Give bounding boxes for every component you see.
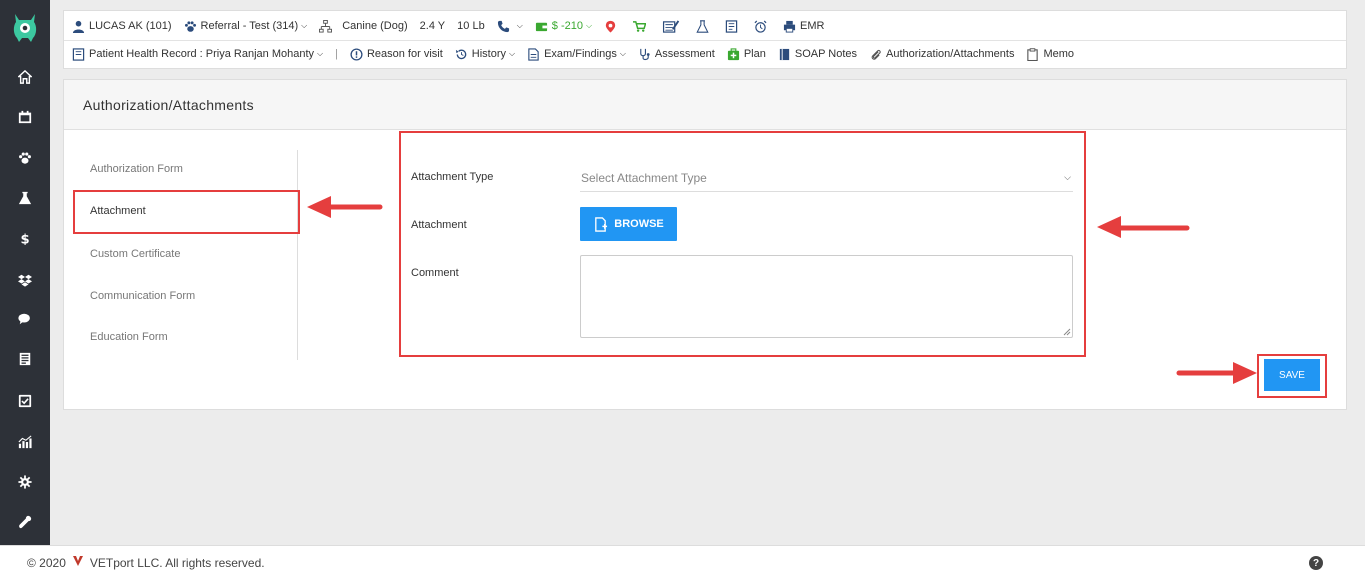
nav-history[interactable]: History ⌵: [455, 48, 515, 61]
comment-textarea[interactable]: [580, 255, 1073, 338]
svg-text:$: $: [20, 232, 29, 245]
hierarchy-icon: [319, 19, 333, 33]
clipboard-icon: [1027, 47, 1039, 61]
calculator-pencil-icon[interactable]: [662, 19, 684, 33]
phone-dropdown[interactable]: ⌵: [497, 20, 523, 33]
report-icon[interactable]: [725, 19, 742, 33]
footer: © 2020 VETport LLC. All rights reserved.…: [0, 545, 1365, 580]
emr-print-button[interactable]: EMR: [783, 20, 825, 33]
checkbox-icon[interactable]: [15, 391, 35, 411]
home-icon[interactable]: [15, 67, 35, 87]
authorization-attachments-panel: Authorization/Attachments Authorization …: [63, 79, 1347, 410]
save-button[interactable]: SAVE: [1264, 359, 1320, 391]
phone-icon: [497, 20, 509, 32]
nav-memo[interactable]: Memo: [1026, 47, 1074, 61]
paperclip-icon: [871, 49, 881, 60]
file-add-icon: [595, 216, 608, 232]
menu-item-custom-certificate[interactable]: Custom Certificate: [90, 248, 180, 260]
wrench-icon[interactable]: [15, 512, 35, 532]
nav-plan[interactable]: Plan: [727, 47, 766, 61]
alarm-clock-icon[interactable]: [754, 20, 771, 33]
arrow-left-icon: [307, 196, 383, 218]
nav-exam-findings[interactable]: Exam/Findings ⌵: [527, 47, 626, 61]
attachment-type-select[interactable]: Select Attachment Type ⌵: [580, 164, 1073, 192]
vetport-logo-icon: [72, 556, 83, 566]
menu-item-communication-form[interactable]: Communication Form: [90, 290, 195, 302]
arrow-right-icon: [1176, 362, 1257, 384]
nav-reason-for-visit[interactable]: Reason for visit: [350, 47, 443, 61]
paw-icon[interactable]: [15, 148, 35, 168]
nav-separator: |: [335, 48, 338, 60]
flask-icon[interactable]: [15, 188, 35, 208]
page-title: Authorization/Attachments: [64, 80, 1346, 130]
chevron-down-icon: ⌵: [585, 21, 593, 30]
browse-button[interactable]: BROWSE: [580, 207, 677, 241]
attachment-type-label: Attachment Type: [411, 171, 494, 183]
menu-item-education-form[interactable]: Education Form: [90, 331, 168, 343]
history-icon: [455, 49, 467, 59]
record-nav-bar: Patient Health Record : Priya Ranjan Moh…: [72, 40, 1086, 68]
calendar-icon[interactable]: [15, 107, 35, 127]
nav-soap-notes[interactable]: SOAP Notes: [778, 48, 857, 61]
vetport-logo[interactable]: [10, 8, 40, 42]
stethoscope-icon: [640, 48, 650, 60]
sidebar: $: [0, 0, 50, 545]
arrow-left-icon: [1097, 216, 1190, 238]
resize-handle-icon[interactable]: [1063, 328, 1071, 336]
nav-assessment[interactable]: Assessment: [638, 48, 715, 61]
chevron-down-icon: ⌵: [1064, 172, 1071, 182]
medical-kit-icon: [727, 47, 739, 60]
user-icon: [72, 20, 85, 33]
highlight-attachment-menu: [73, 190, 300, 234]
patient-info-bar: LUCAS AK (101) Referral - Test (314) ⌵ Ca…: [72, 12, 837, 40]
balance-dropdown[interactable]: $ -210 ⌵: [535, 20, 592, 33]
chat-icon[interactable]: [15, 309, 35, 329]
species: Canine (Dog): [319, 19, 408, 33]
dollar-icon[interactable]: $: [15, 228, 35, 248]
menu-item-authorization-form[interactable]: Authorization Form: [90, 163, 183, 175]
patient-header: LUCAS AK (101) Referral - Test (314) ⌵ Ca…: [63, 10, 1347, 69]
chevron-down-icon: ⌵: [619, 49, 626, 58]
gear-icon[interactable]: [15, 472, 35, 492]
help-icon[interactable]: ?: [1309, 556, 1323, 570]
notebook-icon: [779, 48, 790, 60]
patient-weight: 10 Lb: [457, 20, 485, 32]
patient-record-dropdown[interactable]: Patient Health Record : Priya Ranjan Moh…: [72, 47, 324, 61]
patient-age: 2.4 Y: [419, 20, 446, 32]
chevron-down-icon: ⌵: [301, 21, 308, 30]
record-icon: [72, 47, 85, 61]
chevron-down-icon: ⌵: [516, 21, 523, 30]
paw-icon: [184, 20, 196, 32]
dropbox-icon[interactable]: [15, 270, 35, 290]
patient-name[interactable]: LUCAS AK (101): [72, 20, 172, 33]
cart-icon[interactable]: [633, 20, 650, 33]
attachment-label: Attachment: [411, 219, 467, 231]
printer-icon: [783, 20, 796, 33]
copyright-text: VETport LLC. All rights reserved.: [89, 556, 265, 570]
chevron-down-icon: ⌵: [317, 49, 324, 58]
chevron-down-icon: ⌵: [509, 49, 516, 58]
document-icon[interactable]: [15, 349, 35, 369]
nav-authorization-attachments[interactable]: Authorization/Attachments: [869, 48, 1014, 61]
lab-flask-icon[interactable]: [696, 19, 713, 33]
referral-dropdown[interactable]: Referral - Test (314) ⌵: [184, 20, 308, 33]
location-pin-icon[interactable]: [604, 20, 621, 33]
chart-icon[interactable]: [15, 432, 35, 452]
comment-label: Comment: [411, 267, 459, 279]
copyright-year: © 2020: [27, 556, 66, 570]
info-circle-icon: [350, 47, 363, 61]
wallet-icon: [535, 22, 547, 31]
file-icon: [528, 47, 539, 61]
